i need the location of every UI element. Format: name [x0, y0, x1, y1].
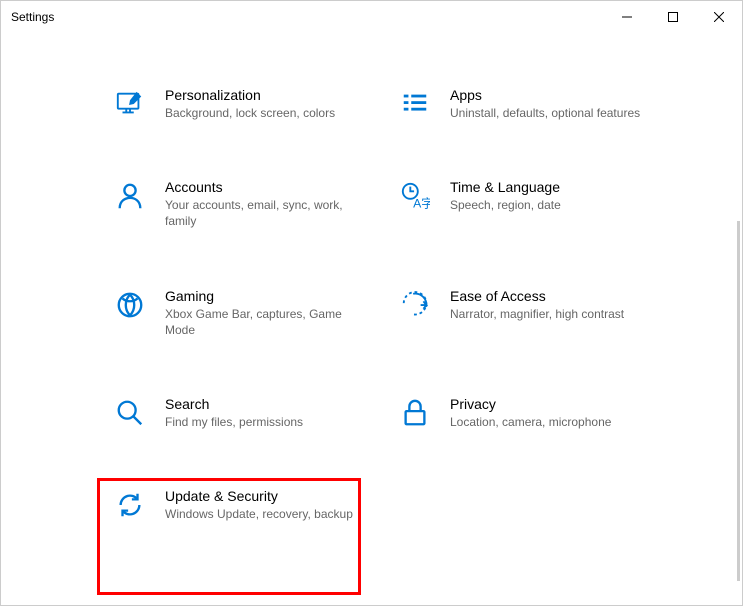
category-search[interactable]: Search Find my files, permissions — [111, 392, 376, 434]
accounts-icon — [115, 181, 147, 211]
tile-title: Apps — [450, 87, 657, 103]
category-apps[interactable]: Apps Uninstall, defaults, optional featu… — [396, 83, 661, 125]
category-update-security[interactable]: Update & Security Windows Update, recove… — [111, 484, 376, 526]
tile-desc: Windows Update, recovery, backup — [165, 506, 372, 522]
tile-title: Personalization — [165, 87, 372, 103]
category-grid: Personalization Background, lock screen,… — [111, 83, 682, 526]
tile-desc: Background, lock screen, colors — [165, 105, 372, 121]
tile-desc: Location, camera, microphone — [450, 414, 657, 430]
category-privacy[interactable]: Privacy Location, camera, microphone — [396, 392, 661, 434]
tile-desc: Xbox Game Bar, captures, Game Mode — [165, 306, 372, 338]
tile-title: Update & Security — [165, 488, 372, 504]
category-time-language[interactable]: A字 Time & Language Speech, region, date — [396, 175, 661, 233]
window-title: Settings — [11, 10, 54, 24]
close-button[interactable] — [696, 1, 742, 33]
settings-content: Personalization Background, lock screen,… — [1, 33, 742, 546]
tile-desc: Uninstall, defaults, optional features — [450, 105, 657, 121]
search-icon — [115, 398, 147, 428]
minimize-button[interactable] — [604, 1, 650, 33]
tile-title: Search — [165, 396, 372, 412]
tile-desc: Your accounts, email, sync, work, family — [165, 197, 372, 229]
scrollbar[interactable] — [737, 221, 740, 581]
gaming-icon — [115, 290, 147, 320]
category-ease-of-access[interactable]: Ease of Access Narrator, magnifier, high… — [396, 284, 661, 342]
window-controls — [604, 1, 742, 33]
tile-title: Privacy — [450, 396, 657, 412]
tile-title: Ease of Access — [450, 288, 657, 304]
category-gaming[interactable]: Gaming Xbox Game Bar, captures, Game Mod… — [111, 284, 376, 342]
tile-title: Gaming — [165, 288, 372, 304]
category-accounts[interactable]: Accounts Your accounts, email, sync, wor… — [111, 175, 376, 233]
personalization-icon — [115, 89, 147, 119]
tile-desc: Find my files, permissions — [165, 414, 372, 430]
maximize-button[interactable] — [650, 1, 696, 33]
tile-desc: Speech, region, date — [450, 197, 657, 213]
category-personalization[interactable]: Personalization Background, lock screen,… — [111, 83, 376, 125]
tile-title: Accounts — [165, 179, 372, 195]
titlebar: Settings — [1, 1, 742, 33]
tile-title: Time & Language — [450, 179, 657, 195]
privacy-icon — [400, 398, 432, 428]
tile-desc: Narrator, magnifier, high contrast — [450, 306, 657, 322]
time-language-icon: A字 — [400, 181, 432, 211]
apps-icon — [400, 89, 432, 119]
update-security-icon — [115, 490, 147, 520]
ease-of-access-icon — [400, 290, 432, 320]
svg-text:A字: A字 — [413, 195, 430, 210]
